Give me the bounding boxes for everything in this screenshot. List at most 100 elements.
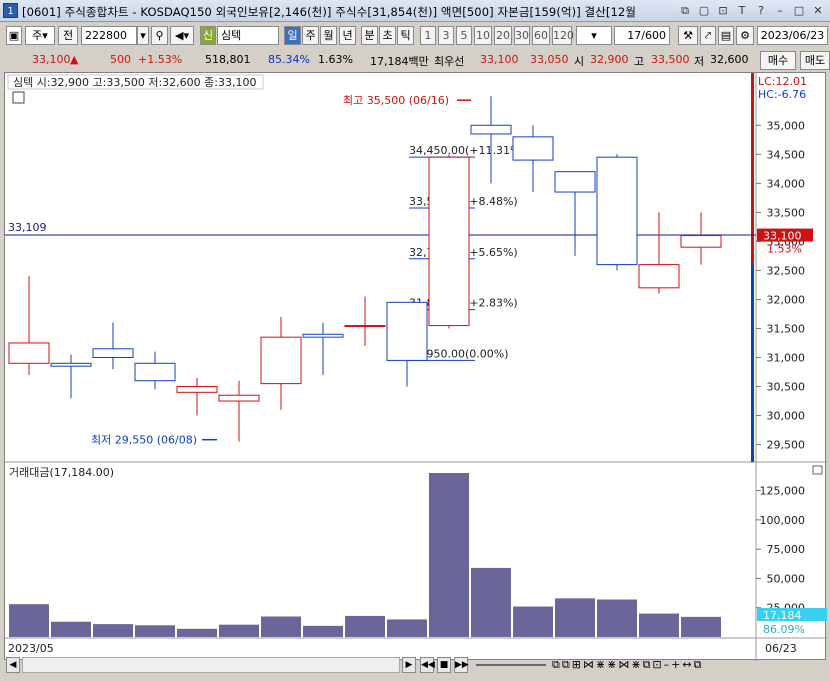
date-field[interactable]: 2023/06/23 xyxy=(757,26,828,45)
candle-body[interactable] xyxy=(218,394,260,402)
volume-bar[interactable] xyxy=(555,598,595,637)
volume-bar[interactable] xyxy=(513,606,553,637)
price-tick-label: 30,000 xyxy=(767,410,806,423)
volume-bar[interactable] xyxy=(387,619,427,637)
candle-body[interactable] xyxy=(428,156,470,327)
stock-name-field[interactable]: 심텍 xyxy=(217,26,279,45)
interval-button-3[interactable]: 10 xyxy=(474,26,492,45)
gear-icon[interactable]: ⚙ xyxy=(736,26,754,45)
price-axis-ticks: 29,500 30,000 30,500 31,000 31,500 32,000 32,5… xyxy=(756,119,806,452)
candle-body[interactable] xyxy=(386,301,428,361)
candle-body[interactable] xyxy=(638,264,680,289)
period-tab-2[interactable]: 월 xyxy=(320,26,337,45)
tool-icons[interactable]: ⧉⧉⊞⋈⋇⋇⋈⋇⧉⊡–+↔⧉ xyxy=(552,658,703,672)
candle-body[interactable] xyxy=(8,342,50,364)
period-tab-6[interactable]: 틱 xyxy=(397,26,414,45)
draw-icon[interactable]: ⤤ xyxy=(700,26,716,45)
volume-bar[interactable] xyxy=(345,615,385,637)
interval-button-1[interactable]: 3 xyxy=(438,26,454,45)
volume-panel-close-icon[interactable] xyxy=(812,465,823,475)
code-input[interactable]: 222800 xyxy=(81,26,137,45)
help-icon[interactable]: ? xyxy=(753,3,769,18)
close-icon[interactable]: ✕ xyxy=(810,3,826,18)
stop-button[interactable]: ■ xyxy=(437,657,451,673)
volume-bar[interactable] xyxy=(597,599,637,637)
interval-button-6[interactable]: 60 xyxy=(532,26,550,45)
mode2-button[interactable]: 전 xyxy=(58,26,78,45)
volume-bar[interactable] xyxy=(93,624,133,637)
interval-button-5[interactable]: 30 xyxy=(514,26,530,45)
stock-badge: 신 xyxy=(200,26,216,45)
code-dropdown-icon[interactable]: ▾ xyxy=(137,26,149,45)
buy-button[interactable]: 매수 xyxy=(760,51,796,70)
interval-select[interactable]: ▾ xyxy=(576,26,612,45)
volume-bar[interactable] xyxy=(9,604,49,637)
price-tick-label: 31,000 xyxy=(767,351,806,364)
minimize-icon[interactable]: – xyxy=(772,3,788,18)
quote-ratio: 85.34% xyxy=(268,53,310,66)
candle-body[interactable] xyxy=(134,362,176,382)
scroll-track[interactable] xyxy=(22,657,400,673)
candle-body[interactable] xyxy=(554,171,596,193)
volume-bar[interactable] xyxy=(639,613,679,637)
candle-body[interactable] xyxy=(176,386,218,393)
count-field[interactable]: 17/600 xyxy=(614,26,670,45)
quote-ask: 33,100 xyxy=(480,53,519,66)
best-label: 최우선 xyxy=(434,55,465,68)
candle-body[interactable] xyxy=(470,124,512,135)
text-icon[interactable]: T xyxy=(734,3,750,18)
period-tab-4[interactable]: 분 xyxy=(361,26,378,45)
volume-bar[interactable] xyxy=(219,624,259,637)
volume-bar[interactable] xyxy=(135,625,175,637)
zoom-slider[interactable] xyxy=(476,664,546,666)
period-tab-3[interactable]: 년 xyxy=(339,26,356,45)
volume-tick-label: 125,000 xyxy=(760,485,806,498)
period-tab-5[interactable]: 초 xyxy=(379,26,396,45)
volume-bar[interactable] xyxy=(303,625,343,637)
chart-area[interactable]: 심텍 시:32,900 고:33,500 저:32,600 종:33,100 L… xyxy=(4,72,827,661)
price-tick-label: 34,500 xyxy=(767,148,806,161)
grid-toggle-icon[interactable] xyxy=(12,91,25,104)
sell-button[interactable]: 매도 xyxy=(800,51,830,70)
high-note: 최고 35,500 (06/16) xyxy=(343,94,449,107)
candle-body[interactable] xyxy=(512,136,554,161)
volume-bar[interactable] xyxy=(429,473,469,637)
last-page-button[interactable]: ▶▶ xyxy=(454,657,469,673)
restore-icon[interactable]: ▢ xyxy=(696,3,712,18)
volume-bar[interactable] xyxy=(177,628,217,637)
period-tab-0[interactable]: 일 xyxy=(284,26,301,45)
candle-body[interactable] xyxy=(92,348,134,358)
save-icon[interactable]: ▤ xyxy=(718,26,734,45)
candle-body[interactable] xyxy=(50,362,92,367)
interval-button-4[interactable]: 20 xyxy=(494,26,512,45)
candle-body[interactable] xyxy=(680,235,722,248)
first-page-button[interactable]: ◀◀ xyxy=(420,657,435,673)
interval-button-0[interactable]: 1 xyxy=(420,26,436,45)
candle-body[interactable] xyxy=(260,336,302,385)
search-icon[interactable]: ⚲ xyxy=(151,26,168,45)
interval-button-7[interactable]: 120 xyxy=(552,26,574,45)
maximize-icon[interactable]: □ xyxy=(791,3,807,18)
scroll-right-button[interactable]: ▶ xyxy=(402,657,416,673)
capture-icon[interactable]: ⊡ xyxy=(715,3,731,18)
panel-icon[interactable]: ▣ xyxy=(6,26,22,45)
volume-bar[interactable] xyxy=(261,616,301,638)
candle-body[interactable] xyxy=(596,156,638,266)
volume-bar[interactable] xyxy=(681,616,721,637)
period-tab-1[interactable]: 주 xyxy=(302,26,319,45)
candle-body[interactable] xyxy=(344,325,386,328)
mode-select[interactable]: 주▾ xyxy=(25,26,55,45)
chart-svg[interactable]: 심텍 시:32,900 고:33,500 저:32,600 종:33,100 L… xyxy=(5,73,827,661)
window-title: [0601] 주식종합차트 - KOSDAQ150 외국인보유[2,146(천)… xyxy=(22,5,637,19)
settings-tool-icon[interactable]: ⚒ xyxy=(678,26,698,45)
volume-bar[interactable] xyxy=(471,567,511,637)
quote-volume: 518,801 xyxy=(205,53,251,66)
candle-body[interactable] xyxy=(302,333,344,338)
volume-bar[interactable] xyxy=(51,621,91,637)
speaker-icon[interactable]: ◀▾ xyxy=(170,26,194,45)
interval-button-2[interactable]: 5 xyxy=(456,26,472,45)
link-icon[interactable]: ⧉ xyxy=(677,3,693,18)
scroll-left-button[interactable]: ◀ xyxy=(6,657,20,673)
price-tick-label: 35,000 xyxy=(767,119,806,132)
quote-change: 500 xyxy=(110,53,131,66)
